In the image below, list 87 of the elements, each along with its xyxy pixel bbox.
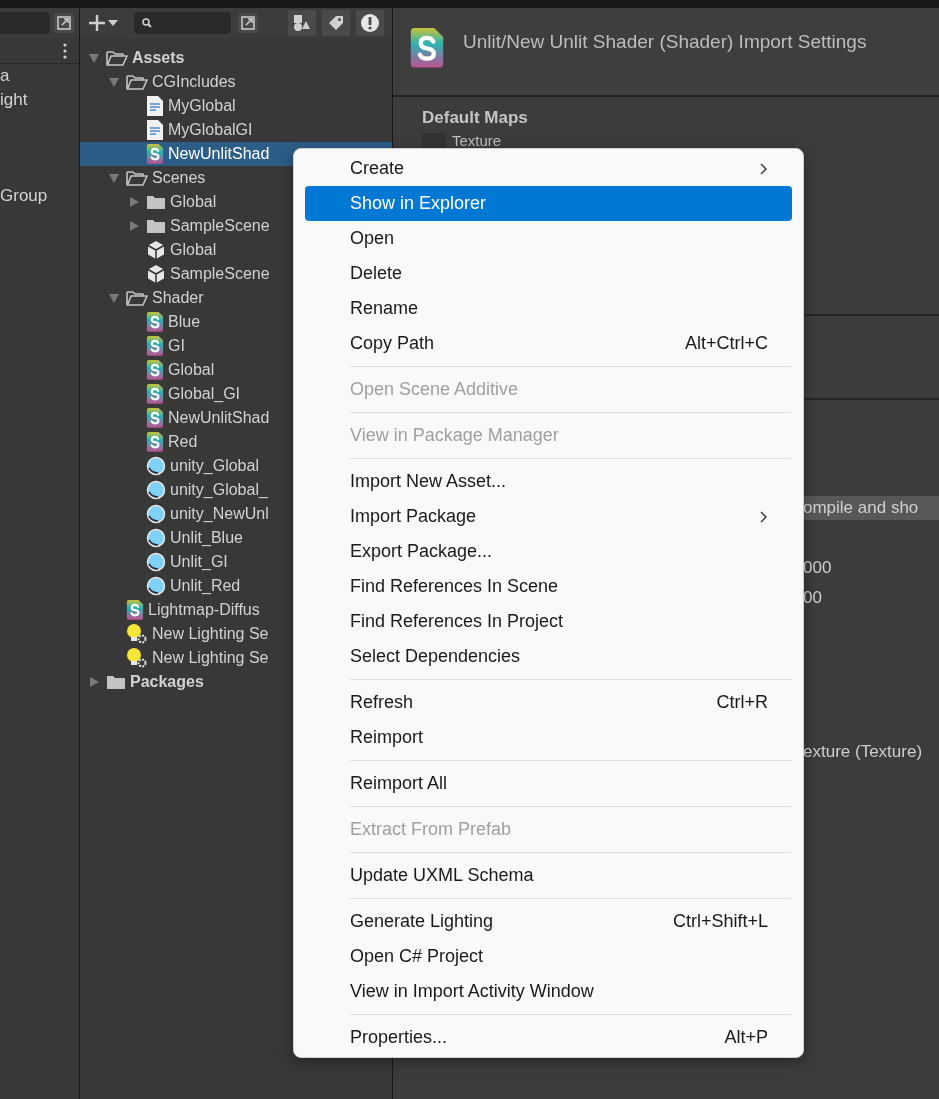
property-fragment: exture (Texture) (803, 740, 924, 763)
shortcut: Alt+P (724, 1026, 768, 1049)
property-fragment: ompile and sho (803, 495, 939, 520)
hierarchy-item[interactable]: Group (0, 184, 79, 208)
menu-item[interactable]: Open (305, 221, 792, 256)
menu-item[interactable]: Import Package (305, 499, 792, 534)
disclosure-triangle-icon[interactable] (128, 196, 140, 208)
open-folder-icon (126, 169, 148, 187)
property-fragment: 000 (803, 556, 833, 579)
label-filter-button[interactable] (322, 10, 350, 36)
sphere-icon (146, 504, 166, 524)
menu-item[interactable]: Properties... Alt+P (305, 1020, 792, 1055)
menu-item[interactable]: Import New Asset... (305, 464, 792, 499)
menu-item[interactable]: Show in Explorer (305, 186, 792, 221)
more-icon[interactable] (63, 42, 67, 59)
section-title: Default Maps (421, 107, 529, 129)
hierarchy-item[interactable]: a (0, 64, 79, 88)
search-icon (142, 18, 152, 28)
shader-icon (146, 336, 164, 356)
sphere-icon (146, 552, 166, 572)
menu-item[interactable]: Reimport (305, 720, 792, 755)
shortcut: Ctrl+Shift+L (672, 910, 768, 933)
shader-icon (146, 432, 164, 452)
search-field[interactable] (134, 12, 231, 34)
open-folder-icon (126, 73, 148, 91)
sphere-icon (146, 576, 166, 596)
tree-item[interactable]: MyGlobal (80, 94, 392, 118)
shapes-icon (293, 14, 311, 32)
shader-icon (146, 144, 164, 164)
hierarchy-item[interactable]: ight (0, 88, 79, 112)
shapes-filter-button[interactable] (288, 10, 316, 36)
folder-icon (146, 218, 166, 234)
menu-item[interactable]: Find References In Project (305, 604, 792, 639)
disclosure-triangle-icon[interactable] (108, 292, 120, 304)
menu-item[interactable]: Copy Path Alt+Ctrl+C (305, 326, 792, 361)
texture-slot[interactable] (422, 132, 446, 149)
menu-item[interactable]: Rename (305, 291, 792, 326)
inspector-title: Unlit/New Unlit Shader (Shader) Import Settings (463, 30, 867, 54)
tree-item[interactable]: MyGlobalGI (80, 118, 392, 142)
shader-icon (126, 600, 144, 620)
menu-item[interactable]: Update UXML Schema (305, 858, 792, 893)
chevron-right-icon (760, 162, 768, 175)
disclosure-triangle-icon[interactable] (108, 172, 120, 184)
sphere-icon (146, 456, 166, 476)
menu-item[interactable]: Open C# Project (305, 939, 792, 974)
menu-item[interactable]: Export Package... (305, 534, 792, 569)
tag-icon (328, 15, 344, 31)
expand-icon[interactable] (237, 12, 259, 34)
cube-icon (146, 264, 166, 284)
expand-icon[interactable] (53, 12, 75, 34)
menu-item[interactable]: Reimport All (305, 766, 792, 801)
document-icon (146, 96, 164, 116)
tree-item[interactable]: CGIncludes (80, 70, 392, 94)
open-folder-icon (106, 49, 128, 67)
open-folder-icon (126, 289, 148, 307)
shader-icon (146, 408, 164, 428)
menu-item[interactable]: Generate Lighting Ctrl+Shift+L (305, 904, 792, 939)
disclosure-triangle-icon[interactable] (88, 52, 100, 64)
folder-icon (146, 194, 166, 210)
plus-icon (88, 14, 106, 32)
bulb-gear-icon (126, 647, 148, 669)
property-fragment: 00 (803, 586, 823, 609)
texture-label: Texture (452, 132, 502, 149)
errors-filter-button[interactable] (356, 10, 384, 36)
disclosure-triangle-icon[interactable] (108, 76, 120, 88)
caret-icon (108, 20, 118, 26)
disclosure-triangle-icon[interactable] (88, 676, 100, 688)
menu-item[interactable]: View in Import Activity Window (305, 974, 792, 1009)
shortcut: Alt+Ctrl+C (684, 332, 768, 355)
menu-item[interactable]: Find References In Scene (305, 569, 792, 604)
add-button[interactable] (88, 14, 118, 32)
shader-icon (146, 384, 164, 404)
shader-icon (146, 312, 164, 332)
tree-item[interactable]: Assets (80, 46, 392, 70)
shortcut: Ctrl+R (716, 691, 768, 714)
bulb-gear-icon (126, 623, 148, 645)
folder-icon (106, 674, 126, 690)
shader-icon (146, 360, 164, 380)
chevron-right-icon (760, 510, 768, 523)
sphere-icon (146, 480, 166, 500)
menu-item[interactable]: Delete (305, 256, 792, 291)
shader-icon (409, 28, 445, 68)
sphere-icon (146, 528, 166, 548)
cube-icon (146, 240, 166, 260)
disclosure-triangle-icon[interactable] (128, 220, 140, 232)
warning-icon (360, 13, 380, 33)
document-icon (146, 120, 164, 140)
